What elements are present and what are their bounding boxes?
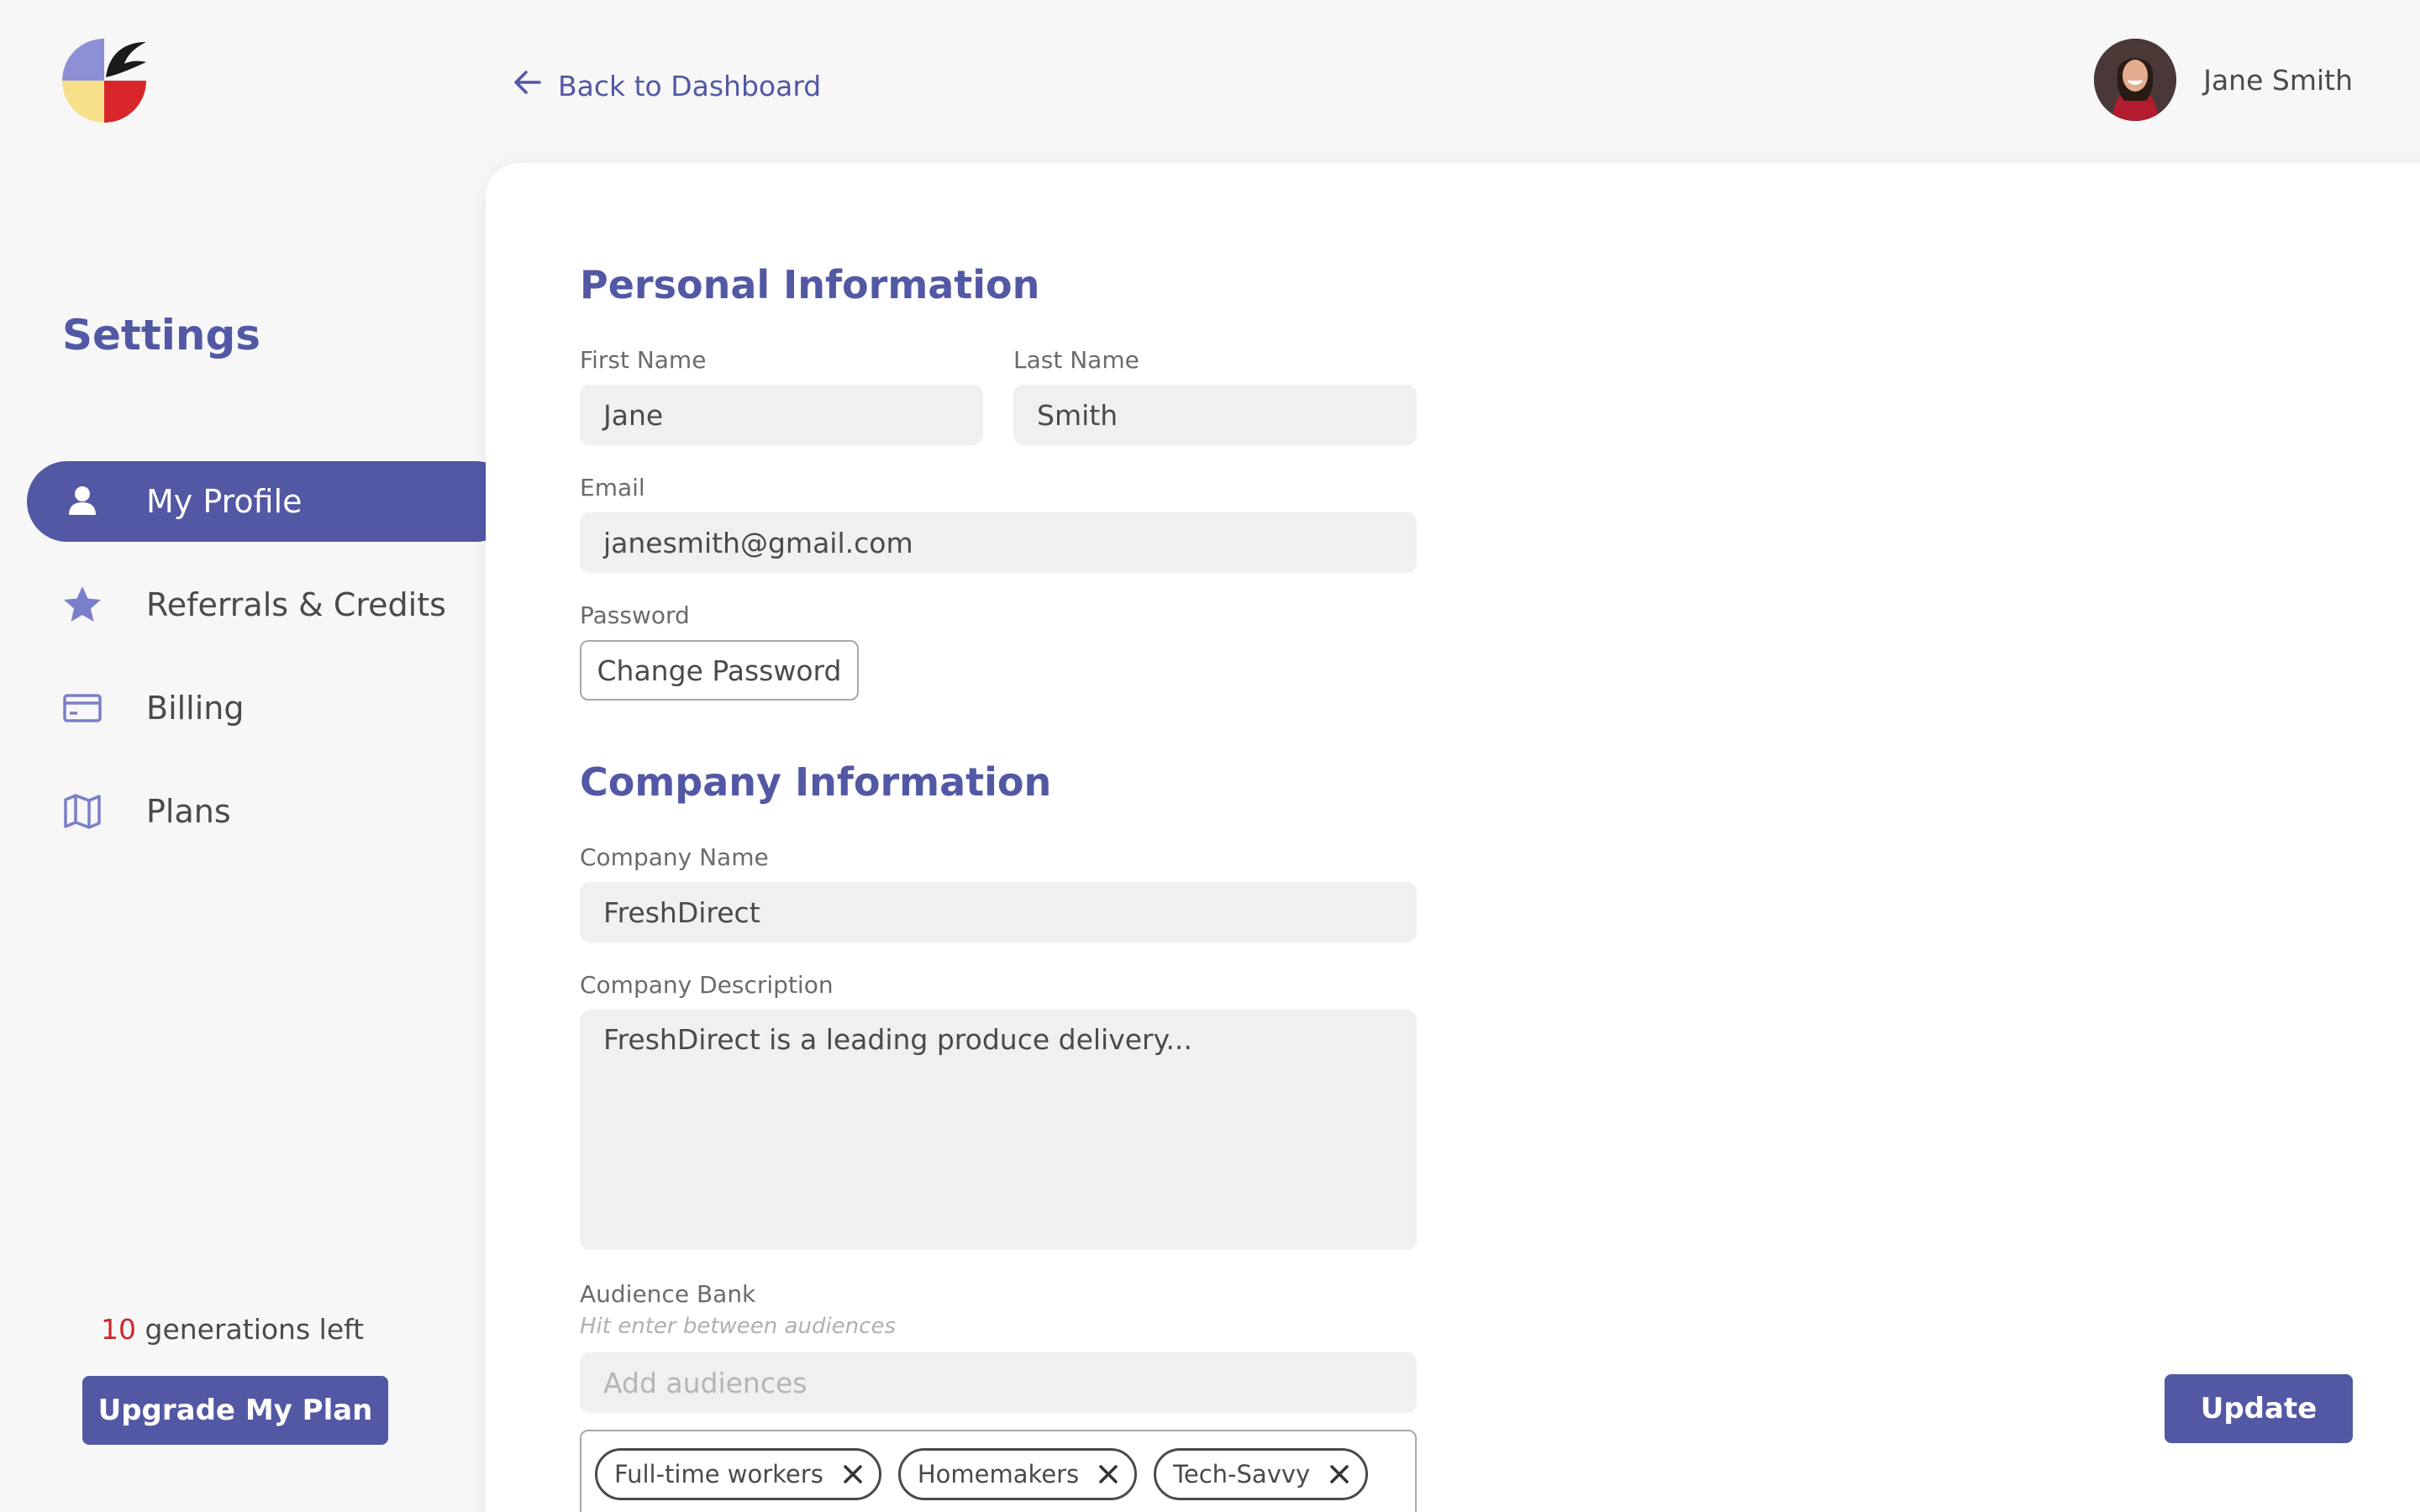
audience-tag-label: Homemakers bbox=[917, 1460, 1080, 1488]
audience-hint: Hit enter between audiences bbox=[580, 1314, 896, 1339]
email-field[interactable]: janesmith@gmail.com bbox=[580, 512, 1417, 573]
audience-bank-label: Audience Bank bbox=[580, 1280, 756, 1308]
star-icon bbox=[60, 583, 104, 627]
back-link-label: Back to Dashboard bbox=[558, 69, 822, 102]
close-icon[interactable] bbox=[1097, 1463, 1119, 1485]
change-password-button[interactable]: Change Password bbox=[580, 640, 859, 701]
last-name-label: Last Name bbox=[1013, 346, 1139, 374]
audience-tag: Tech-Savvy bbox=[1154, 1448, 1369, 1500]
company-description-label: Company Description bbox=[580, 971, 834, 999]
audience-tags: Full-time workers Homemakers Tech-Savvy bbox=[580, 1430, 1417, 1512]
update-button[interactable]: Update bbox=[2165, 1374, 2353, 1443]
password-label: Password bbox=[580, 601, 690, 629]
close-icon[interactable] bbox=[842, 1463, 864, 1485]
personal-info-title: Personal Information bbox=[580, 262, 1040, 307]
company-info-title: Company Information bbox=[580, 759, 1052, 805]
first-name-label: First Name bbox=[580, 346, 707, 374]
sidebar-item-billing[interactable]: Billing bbox=[27, 668, 516, 748]
audience-tag: Homemakers bbox=[897, 1448, 1138, 1500]
audience-placeholder: Add audiences bbox=[603, 1366, 808, 1399]
audience-tag-label: Tech-Savvy bbox=[1173, 1460, 1311, 1488]
map-icon bbox=[60, 790, 104, 833]
avatar[interactable] bbox=[2094, 39, 2177, 121]
first-name-field[interactable]: Jane bbox=[580, 385, 983, 445]
upgrade-plan-button[interactable]: Upgrade My Plan bbox=[82, 1376, 388, 1445]
user-name: Jane Smith bbox=[2203, 63, 2353, 97]
company-name-field[interactable]: FreshDirect bbox=[580, 882, 1417, 942]
back-to-dashboard-link[interactable]: Back to Dashboard bbox=[511, 66, 821, 106]
credit-card-icon bbox=[60, 686, 104, 730]
audience-tag: Full-time workers bbox=[595, 1448, 881, 1500]
settings-nav: My Profile Referrals & Credits Billing P… bbox=[27, 461, 516, 874]
user-menu[interactable]: Jane Smith bbox=[2094, 39, 2353, 121]
settings-title: Settings bbox=[62, 311, 261, 360]
audience-tag-label: Full-time workers bbox=[614, 1460, 823, 1488]
leaf-logo-icon[interactable] bbox=[59, 35, 150, 126]
sidebar-item-label: My Profile bbox=[146, 483, 302, 520]
email-label: Email bbox=[580, 474, 645, 501]
sidebar-item-referrals-credits[interactable]: Referrals & Credits bbox=[27, 564, 516, 645]
last-name-field[interactable]: Smith bbox=[1013, 385, 1417, 445]
generations-text: generations left bbox=[145, 1313, 365, 1346]
audience-input[interactable]: Add audiences bbox=[580, 1352, 1417, 1413]
close-icon[interactable] bbox=[1328, 1463, 1350, 1485]
sidebar-item-plans[interactable]: Plans bbox=[27, 771, 516, 852]
company-description-field[interactable]: FreshDirect is a leading produce deliver… bbox=[580, 1010, 1417, 1250]
arrow-left-icon bbox=[511, 66, 544, 106]
sidebar-item-label: Billing bbox=[146, 690, 245, 727]
profile-panel bbox=[486, 163, 2420, 1512]
sidebar-item-my-profile[interactable]: My Profile bbox=[27, 461, 516, 542]
user-icon bbox=[60, 480, 104, 523]
generations-remaining: 10 generations left bbox=[101, 1313, 364, 1346]
sidebar-item-label: Referrals & Credits bbox=[146, 586, 446, 623]
company-name-label: Company Name bbox=[580, 843, 769, 871]
sidebar-item-label: Plans bbox=[146, 793, 231, 830]
generations-count: 10 bbox=[101, 1313, 136, 1346]
